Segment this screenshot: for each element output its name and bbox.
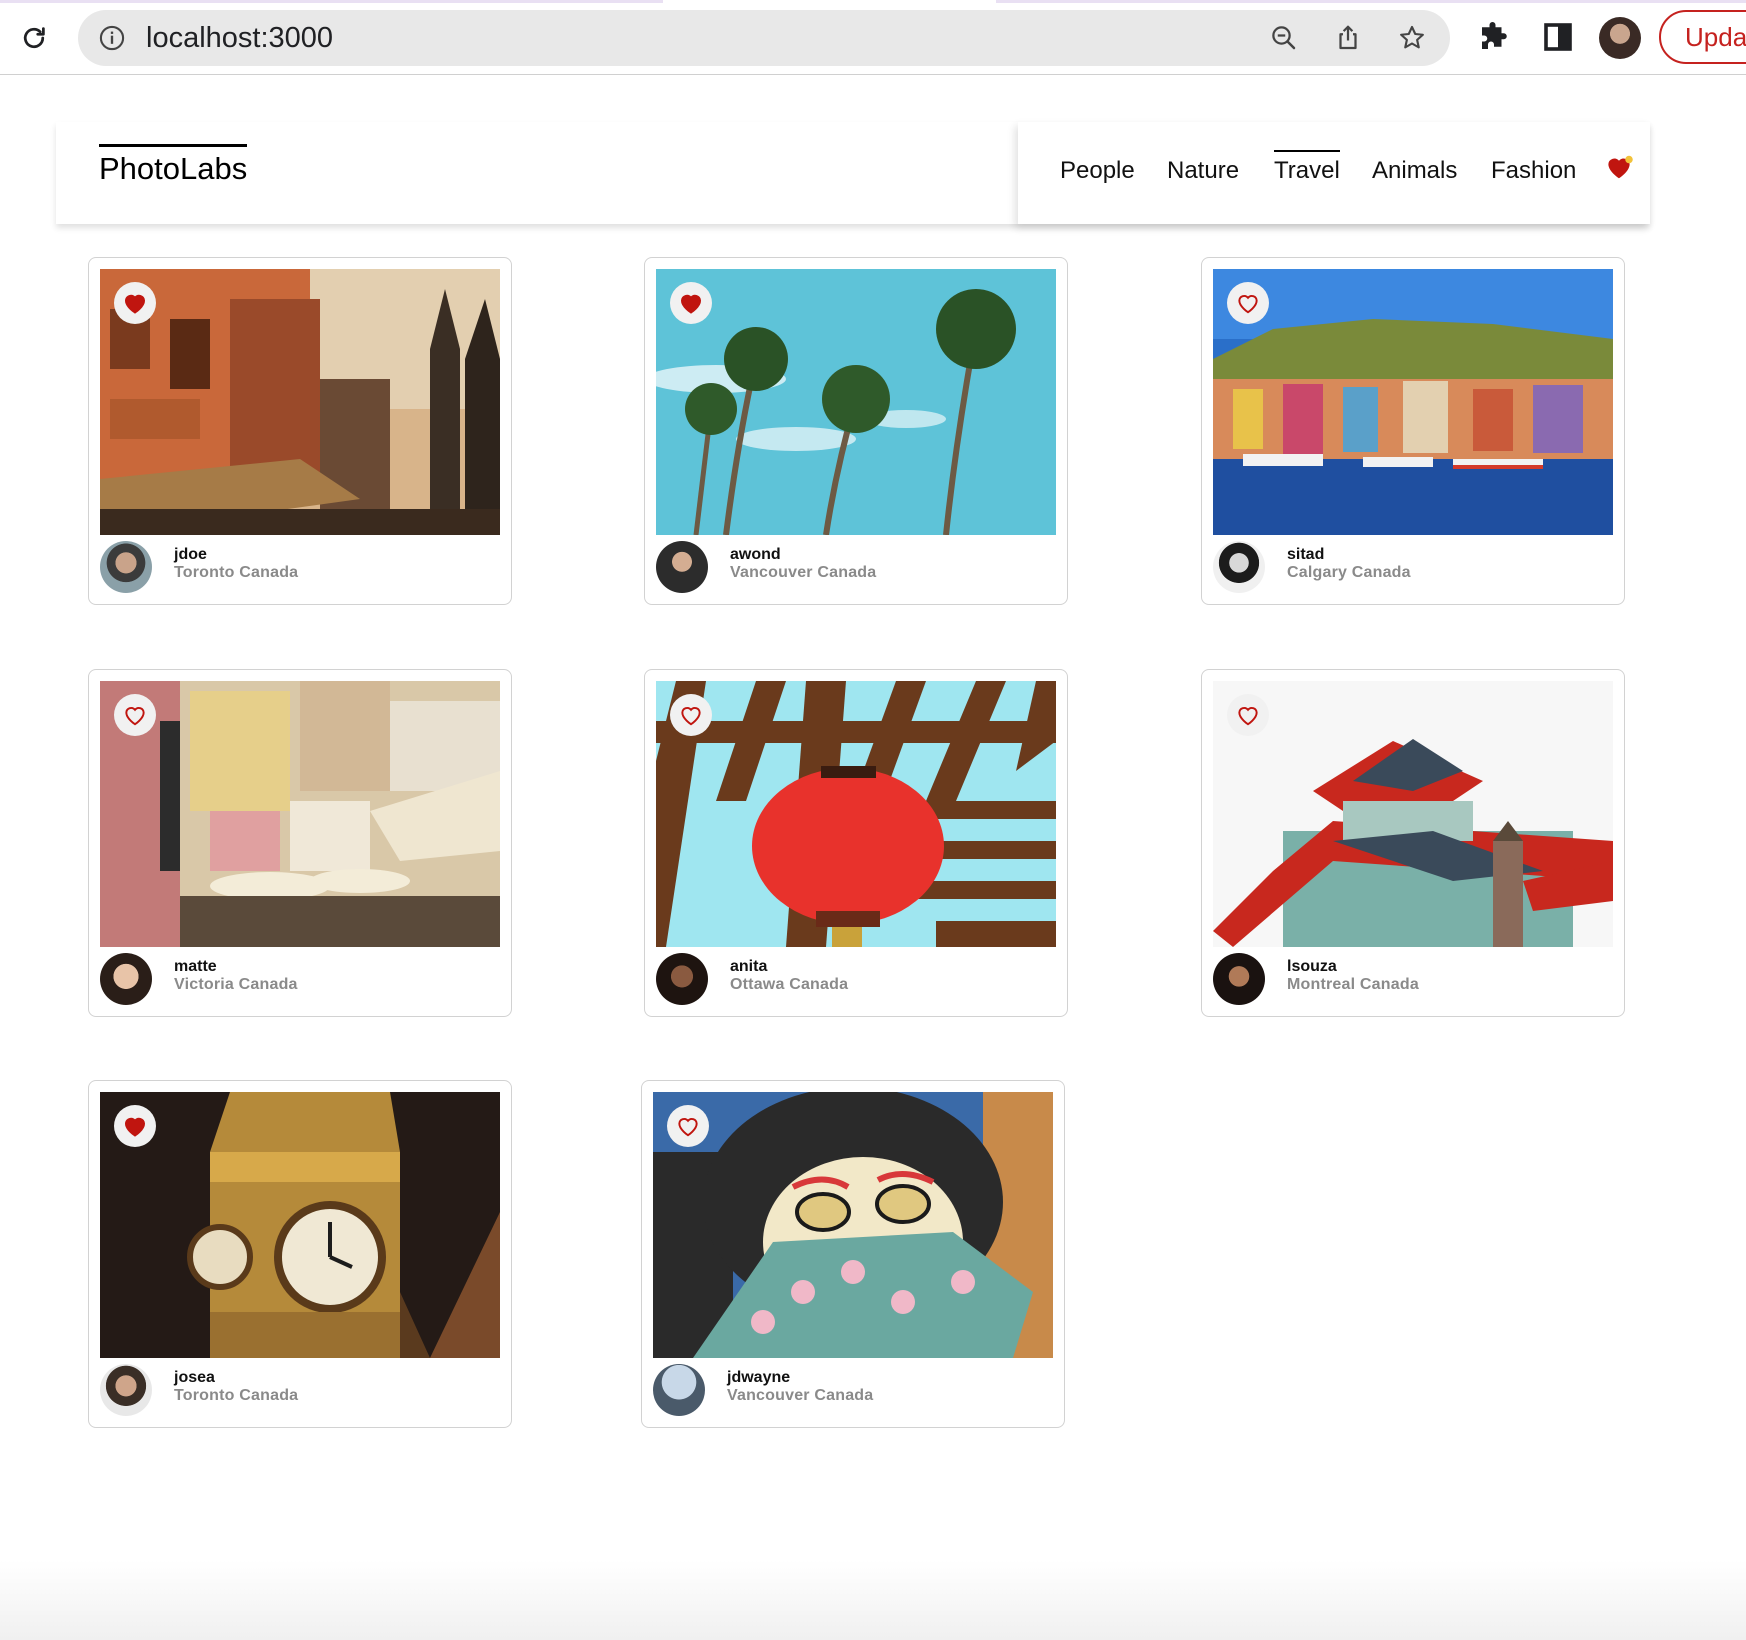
favorite-button[interactable] [114, 1105, 156, 1147]
photo-image[interactable] [100, 681, 500, 947]
photo-location: Calgary Canada [1287, 564, 1411, 581]
zoom-icon[interactable] [1269, 23, 1299, 53]
bookmark-star-icon[interactable] [1397, 23, 1427, 53]
favorite-button[interactable] [114, 694, 156, 736]
photo-username: josea [174, 1369, 215, 1386]
heart-outline-icon [1238, 295, 1258, 314]
topic-nature[interactable]: Nature [1167, 152, 1239, 190]
photo-image[interactable] [100, 269, 500, 535]
photo-username: lsouza [1287, 958, 1337, 975]
address-url[interactable]: localhost:3000 [146, 10, 333, 66]
photo-image[interactable] [1213, 681, 1613, 947]
photo-location: Vancouver Canada [730, 564, 877, 581]
photo-location: Victoria Canada [174, 976, 298, 993]
reload-icon[interactable] [14, 18, 54, 58]
photo-username: anita [730, 958, 768, 975]
topic-fashion[interactable]: Fashion [1491, 152, 1576, 190]
photo-location: Toronto Canada [174, 1387, 299, 1404]
photo-username: awond [730, 546, 781, 563]
photo-card[interactable]: matte Victoria Canada [88, 669, 512, 1017]
page-bottom [0, 1560, 1746, 1640]
tab-strip-edge [0, 0, 1746, 3]
heart-outline-icon [678, 1118, 698, 1137]
photo-location: Ottawa Canada [730, 976, 849, 993]
photo-username: jdwayne [727, 1369, 791, 1386]
photo-image[interactable] [656, 681, 1056, 947]
favorite-button[interactable] [1227, 694, 1269, 736]
heart-outline-icon [681, 707, 701, 726]
favorite-button[interactable] [1227, 282, 1269, 324]
extensions-puzzle-icon[interactable] [1476, 19, 1512, 55]
topic-animals[interactable]: Animals [1372, 152, 1457, 190]
photo-card[interactable]: awond Vancouver Canada [644, 257, 1068, 605]
avatar [653, 1364, 705, 1416]
photo-card[interactable]: sitad Calgary Canada [1201, 257, 1625, 605]
browser-toolbar: localhost:3000 Upda [0, 0, 1746, 75]
profile-avatar[interactable] [1599, 17, 1641, 59]
favorite-button[interactable] [667, 1105, 709, 1147]
heart-outline-icon [125, 707, 145, 726]
avatar [100, 953, 152, 1005]
avatar [1213, 953, 1265, 1005]
photo-image[interactable] [1213, 269, 1613, 535]
top-navigation-bar: PhotoLabs People Nature Travel Animals F… [56, 122, 1650, 224]
avatar [100, 1364, 152, 1416]
avatar [656, 953, 708, 1005]
photo-username: matte [174, 958, 217, 975]
avatar [100, 541, 152, 593]
photo-image[interactable] [100, 1092, 500, 1358]
site-info-icon[interactable] [98, 24, 126, 52]
topic-people[interactable]: People [1060, 152, 1135, 190]
photo-card[interactable]: anita Ottawa Canada [644, 669, 1068, 1017]
address-bar[interactable]: localhost:3000 [78, 10, 1450, 66]
photo-image[interactable] [656, 269, 1056, 535]
photo-card[interactable]: lsouza Montreal Canada [1201, 669, 1625, 1017]
share-icon[interactable] [1333, 23, 1363, 53]
photo-image[interactable] [653, 1092, 1053, 1358]
avatar [656, 541, 708, 593]
update-button[interactable]: Upda [1659, 10, 1746, 64]
photo-location: Vancouver Canada [727, 1387, 874, 1404]
favorite-button[interactable] [670, 694, 712, 736]
heart-filled-icon [680, 294, 702, 314]
favorites-heart-icon[interactable] [1604, 152, 1634, 182]
favorite-button[interactable] [670, 282, 712, 324]
avatar [1213, 541, 1265, 593]
favorite-button[interactable] [114, 282, 156, 324]
photo-card[interactable]: jdoe Toronto Canada [88, 257, 512, 605]
photo-card[interactable]: jdwayne Vancouver Canada [641, 1080, 1065, 1428]
photo-username: sitad [1287, 546, 1325, 563]
side-panel-icon[interactable] [1540, 19, 1576, 55]
heart-filled-icon [124, 1117, 146, 1137]
topic-travel[interactable]: Travel [1274, 150, 1340, 188]
photo-location: Montreal Canada [1287, 976, 1419, 993]
heart-filled-icon [124, 294, 146, 314]
logo[interactable]: PhotoLabs [99, 144, 248, 186]
photo-card[interactable]: josea Toronto Canada [88, 1080, 512, 1428]
photo-location: Toronto Canada [174, 564, 299, 581]
photo-username: jdoe [174, 546, 207, 563]
heart-outline-icon [1238, 707, 1258, 726]
